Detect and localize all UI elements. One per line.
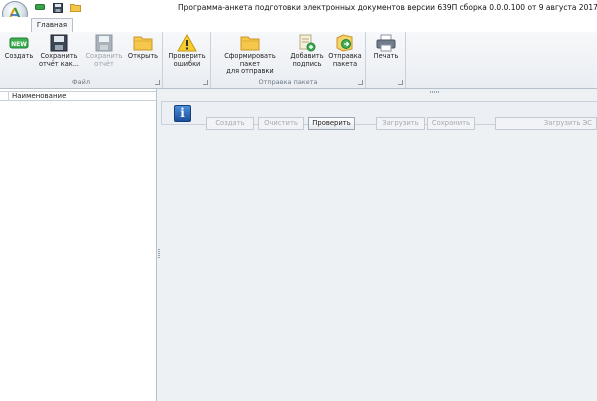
name-column-header-label: Наименование [12, 92, 67, 100]
ribbon-group-send: Сформировать пакет для отправки Добавить… [211, 32, 366, 88]
check-errors-button[interactable]: Проверить ошибки [166, 34, 208, 68]
new-document-quick-icon[interactable] [35, 3, 45, 11]
add-signature-button[interactable]: Добавить подпись [289, 34, 325, 68]
ribbon-group-send-label: Отправка пакета [258, 78, 318, 86]
send-package-button[interactable]: Отправка пакета [327, 34, 363, 68]
info-icon: i [174, 105, 191, 122]
check-errors-label-2: ошибки [173, 59, 201, 68]
name-column-header[interactable]: Наименование [0, 91, 156, 101]
save-report-button[interactable]: Сохранить отчёт [83, 34, 125, 68]
build-package-label-1: Сформировать пакет [224, 52, 276, 68]
ribbon-group-print: Печать [366, 32, 406, 88]
open-folder-quick-icon[interactable] [70, 3, 81, 12]
open-button-label: Открыть [127, 52, 159, 60]
print-group-launcher-icon[interactable] [398, 80, 403, 85]
document-tree-pane: Наименование [0, 89, 157, 401]
panel-load-es-button[interactable]: Загрузить ЭС [495, 117, 597, 130]
build-package-button[interactable]: Сформировать пакет для отправки [214, 34, 286, 76]
panel-check-button[interactable]: Проверить [308, 117, 355, 130]
save-quick-icon[interactable] [53, 3, 63, 13]
panel-create-button[interactable]: Создать [206, 117, 254, 130]
add-signature-label-2: подпись [292, 59, 322, 68]
svg-text:NEW: NEW [11, 41, 27, 48]
ribbon-group-file-label: Файл [72, 78, 90, 86]
ribbon-group-check: Проверить ошибки [163, 32, 211, 88]
printer-icon [376, 34, 396, 52]
send-group-launcher-icon[interactable] [358, 80, 363, 85]
open-folder-icon [133, 36, 153, 51]
ribbon-group-file: NEW Создать Сохранить отчёт как... Сохра… [0, 32, 163, 88]
new-icon: NEW [9, 37, 29, 49]
package-folder-icon [240, 36, 260, 51]
create-button[interactable]: NEW Создать [3, 34, 35, 61]
window-title: Программа-анкета подготовки электронных … [178, 3, 597, 12]
save-as-icon [50, 34, 68, 52]
panel-collapse-grip-icon[interactable] [430, 91, 440, 93]
create-button-label: Создать [4, 52, 34, 60]
save-report-as-button[interactable]: Сохранить отчёт как... [37, 34, 81, 68]
panel-save-button[interactable]: Сохранить [427, 117, 475, 130]
check-group-launcher-icon[interactable] [203, 80, 208, 85]
ribbon: NEW Создать Сохранить отчёт как... Сохра… [0, 32, 597, 89]
editor-pane [160, 89, 597, 401]
save-report-label-2: отчёт [94, 59, 114, 68]
panel-clear-button[interactable]: Очистить [258, 117, 304, 130]
build-package-label-2: для отправки [226, 67, 274, 75]
save-icon [95, 34, 113, 52]
warning-icon [177, 34, 197, 52]
send-package-label-2: пакета [332, 59, 358, 68]
tab-main[interactable]: Главная [31, 18, 73, 32]
row-selector-header [0, 92, 9, 101]
file-group-launcher-icon[interactable] [155, 80, 160, 85]
panel-load-button[interactable]: Загрузить [376, 117, 425, 130]
save-report-as-label-2: отчёт как... [38, 59, 80, 68]
open-button[interactable]: Открыть [127, 34, 159, 61]
ribbon-tab-row: Главная [0, 17, 597, 33]
title-bar: Программа-анкета подготовки электронных … [0, 0, 597, 27]
send-package-icon [336, 34, 353, 52]
add-signature-icon [299, 34, 316, 52]
print-button[interactable]: Печать [369, 34, 403, 61]
print-button-label: Печать [373, 52, 399, 60]
